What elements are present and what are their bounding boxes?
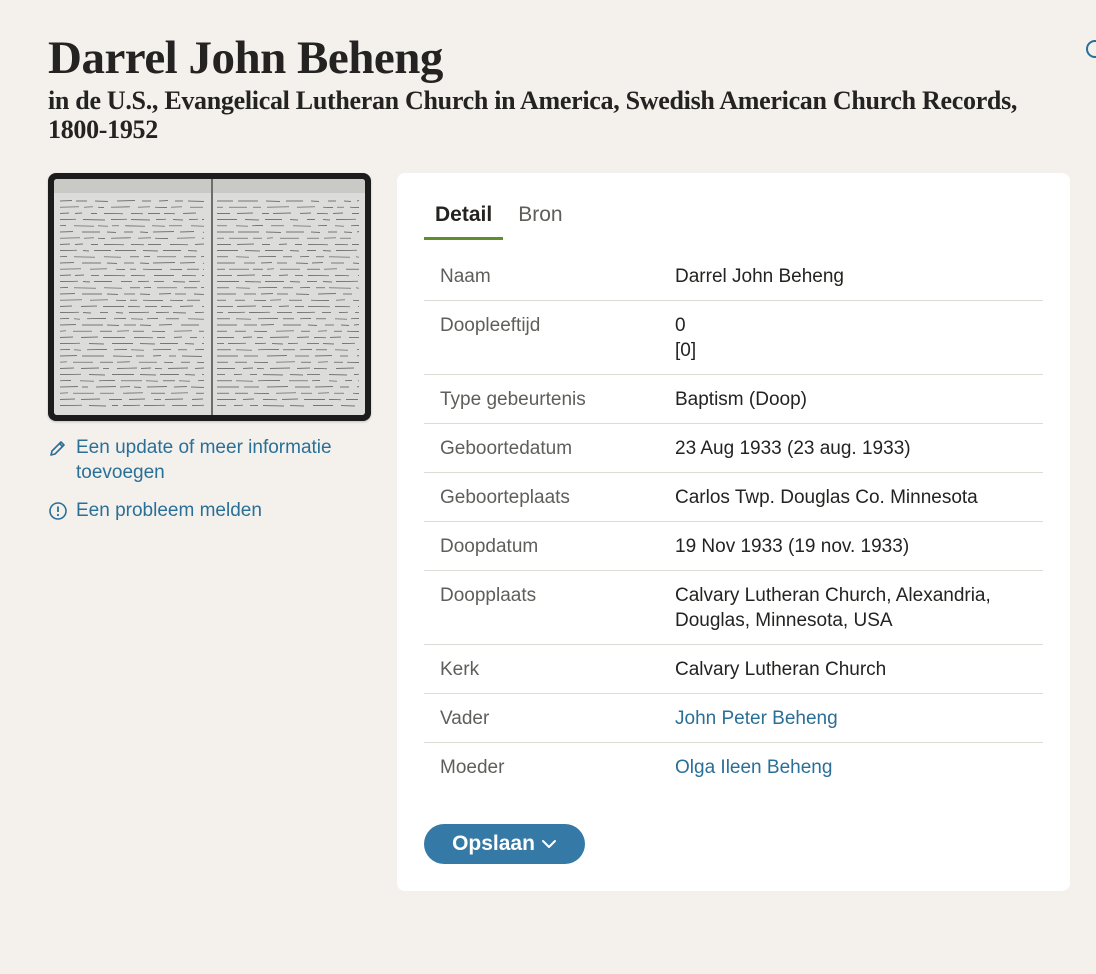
detail-value-line: Darrel John Beheng <box>675 266 844 287</box>
detail-value: Darrel John Beheng <box>675 264 1043 289</box>
detail-value-line: [0] <box>675 340 697 361</box>
add-update-link[interactable]: Een update of meer informatie toevoegen <box>48 435 368 485</box>
detail-value-line: Calvary Lutheran Church <box>675 659 887 680</box>
page-title: Darrel John Beheng <box>48 32 443 84</box>
detail-row: Geboorteplaats Carlos Twp. Douglas Co. Mi… <box>424 473 1043 522</box>
detail-row: Geboortedatum 23 Aug 1933 (23 aug. 1933) <box>424 424 1043 473</box>
detail-label: Geboortedatum <box>440 438 573 459</box>
detail-value: 23 Aug 1933 (23 aug. 1933) <box>675 436 1043 461</box>
detail-value-line: 0 <box>675 315 686 336</box>
detail-value-line: Olga Ileen Beheng <box>675 757 833 778</box>
chevron-down-icon <box>541 840 556 848</box>
collection-subtitle: in de U.S., Evangelical Lutheran Church … <box>48 86 1018 144</box>
detail-label: Geboorteplaats <box>440 487 570 508</box>
detail-value: 0 [0] <box>675 313 1043 363</box>
pencil-icon <box>50 441 65 456</box>
detail-value-line: 19 Nov 1933 (19 nov. 1933) <box>675 536 910 557</box>
detail-row: Vader John Peter Beheng <box>424 694 1043 743</box>
detail-value-link[interactable]: John Peter Beheng <box>675 706 1043 731</box>
save-button[interactable]: Opslaan <box>424 824 585 864</box>
detail-label: Moeder <box>440 757 505 778</box>
add-update-link-label: Een update of meer informatie toevoegen <box>76 437 332 483</box>
detail-row: Doopleeftijd 0 [0] <box>424 301 1043 375</box>
detail-value-line: 23 Aug 1933 (23 aug. 1933) <box>675 438 911 459</box>
detail-row: Type gebeurtenis Baptism (Doop) <box>424 375 1043 424</box>
detail-row: Doopplaats Calvary Lutheran Church, Alexa… <box>424 571 1043 645</box>
detail-value-line: Carlos Twp. Douglas Co. Minnesota <box>675 487 978 508</box>
detail-value: Calvary Lutheran Church <box>675 657 1043 682</box>
partial-edge-icon <box>1086 40 1096 58</box>
detail-value: Calvary Lutheran Church, Alexandria, Dou… <box>675 583 1043 633</box>
detail-label: Kerk <box>440 659 480 680</box>
detail-table: Naam Darrel John Beheng Doopleeftijd 0 [0] Ty… <box>424 252 1043 791</box>
detail-row: Naam Darrel John Beheng <box>424 252 1043 301</box>
detail-row: Moeder Olga Ileen Beheng <box>424 743 1043 791</box>
detail-value: Carlos Twp. Douglas Co. Minnesota <box>675 485 1043 510</box>
detail-label: Vader <box>440 708 490 729</box>
detail-value-link[interactable]: Olga Ileen Beheng <box>675 755 1043 780</box>
record-image-thumbnail[interactable] <box>48 173 371 421</box>
tab-bar: Detail Bron <box>424 201 578 240</box>
detail-panel: Detail Bron Naam Darrel John Beheng Doople… <box>397 173 1070 891</box>
report-problem-link-label: Een probleem melden <box>76 500 262 521</box>
tab-detail[interactable]: Detail <box>424 201 504 240</box>
detail-label: Doopplaats <box>440 585 537 606</box>
detail-value-line: Calvary Lutheran Church, Alexandria, Dou… <box>675 585 991 631</box>
record-scan-image <box>54 179 365 415</box>
detail-value: Baptism (Doop) <box>675 387 1043 412</box>
detail-label: Naam <box>440 266 491 287</box>
report-problem-link[interactable]: Een probleem melden <box>48 498 262 523</box>
alert-circle-icon <box>49 502 67 520</box>
detail-label: Doopleeftijd <box>440 315 541 336</box>
detail-row: Kerk Calvary Lutheran Church <box>424 645 1043 694</box>
detail-label: Type gebeurtenis <box>440 389 586 410</box>
detail-label: Doopdatum <box>440 536 539 557</box>
detail-value: 19 Nov 1933 (19 nov. 1933) <box>675 534 1043 559</box>
detail-value-line: John Peter Beheng <box>675 708 838 729</box>
detail-value-line: Baptism (Doop) <box>675 389 807 410</box>
tab-bron[interactable]: Bron <box>507 201 573 238</box>
detail-row: Doopdatum 19 Nov 1933 (19 nov. 1933) <box>424 522 1043 571</box>
save-button-label: Opslaan <box>452 832 535 855</box>
